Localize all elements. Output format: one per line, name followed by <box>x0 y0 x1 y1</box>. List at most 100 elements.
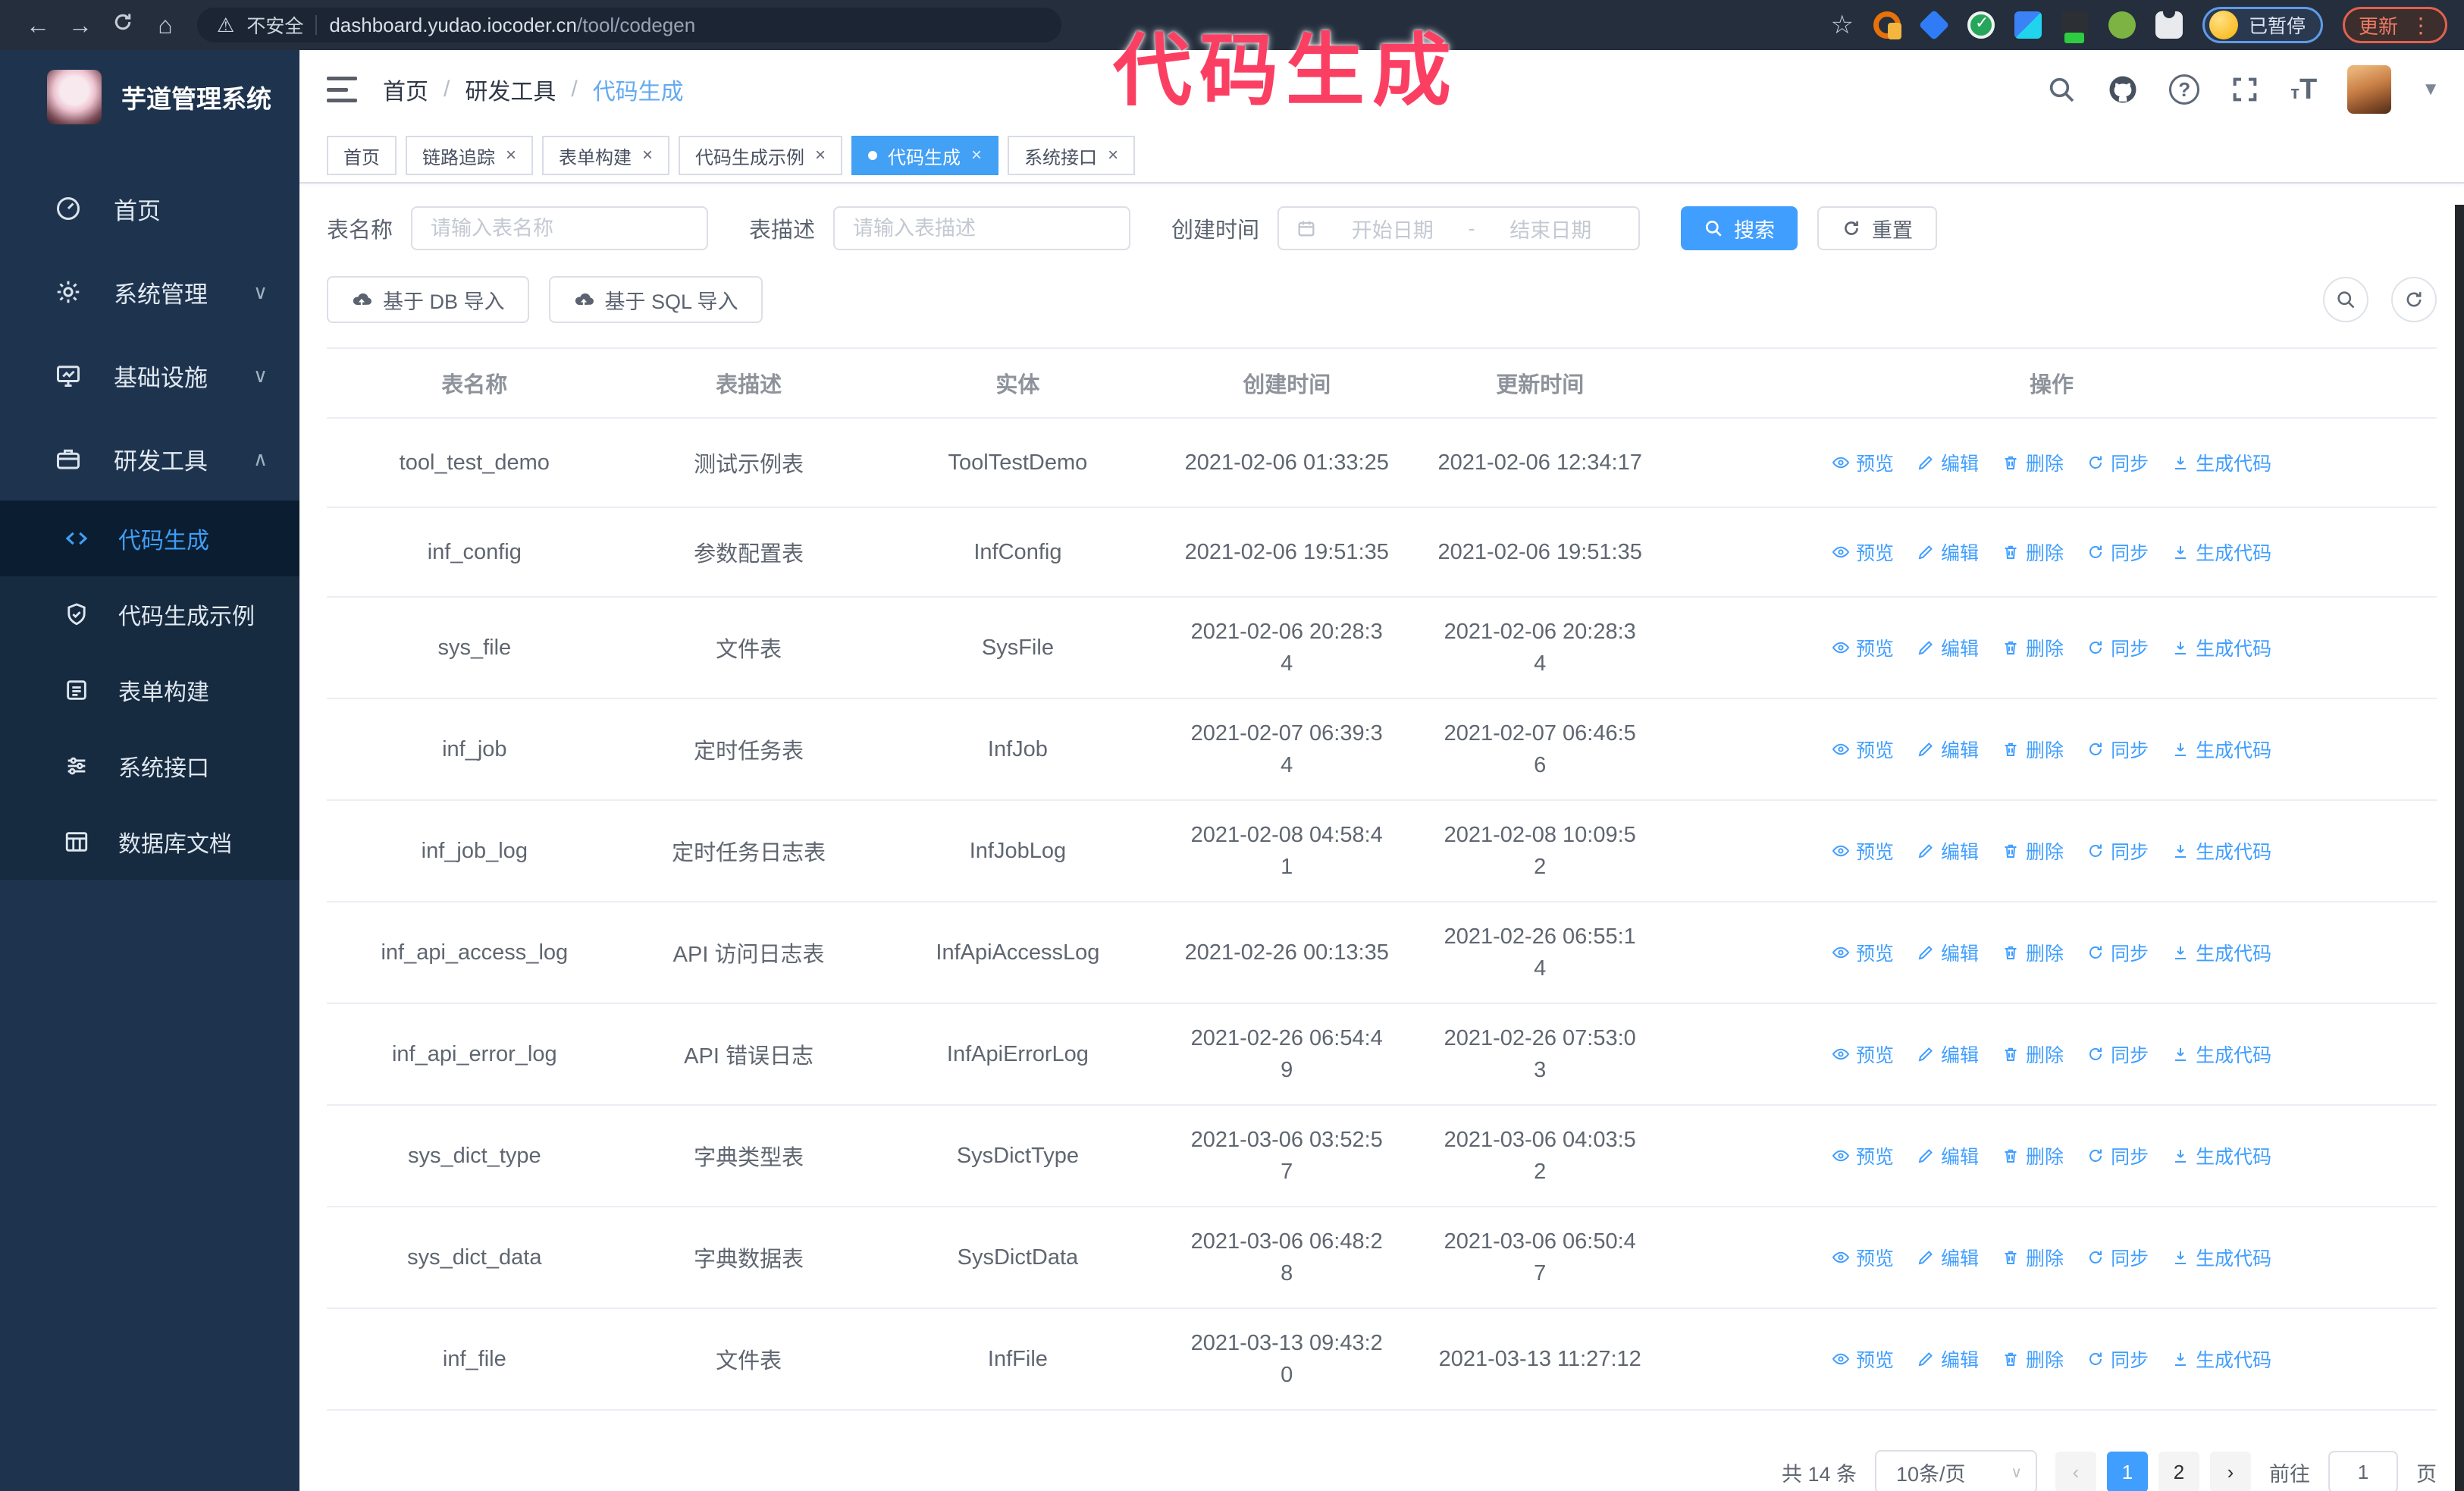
window-scrollbar[interactable] <box>2455 205 2464 1491</box>
bookmark-star-icon[interactable]: ☆ <box>1830 10 1853 40</box>
delete-link[interactable]: 删除 <box>2002 837 2064 865</box>
breadcrumb-home[interactable]: 首页 <box>383 73 428 106</box>
forward-icon[interactable]: → <box>59 11 102 39</box>
github-icon[interactable] <box>2107 74 2139 105</box>
tab-codegen[interactable]: 代码生成 × <box>851 136 999 175</box>
toggle-search-button[interactable] <box>2323 277 2368 322</box>
search-icon[interactable] <box>2046 74 2077 105</box>
generate-code-link[interactable]: 生成代码 <box>2171 1041 2271 1068</box>
preview-link[interactable]: 预览 <box>1832 634 1894 661</box>
update-button[interactable]: 更新 ⋮ <box>2342 7 2447 43</box>
preview-link[interactable]: 预览 <box>1832 1041 1894 1068</box>
home-icon[interactable]: ⌂ <box>144 11 187 39</box>
preview-link[interactable]: 预览 <box>1832 449 1894 476</box>
sidebar-item-home[interactable]: 首页 <box>0 167 299 250</box>
extension-icon[interactable] <box>2014 11 2042 39</box>
tab-close-icon[interactable]: × <box>971 145 982 166</box>
goto-page-input[interactable] <box>2328 1451 2398 1491</box>
profile-chip[interactable]: 已暂停 <box>2202 7 2323 43</box>
sidebar-item-form-builder[interactable]: 表单构建 <box>0 652 299 728</box>
sync-link[interactable]: 同步 <box>2086 1345 2149 1373</box>
page-button-2[interactable]: 2 <box>2158 1452 2199 1491</box>
preview-link[interactable]: 预览 <box>1832 1345 1894 1373</box>
reset-button[interactable]: 重置 <box>1817 206 1938 250</box>
address-bar[interactable]: ⚠ 不安全 dashboard.yudao.iocoder.cn/tool/co… <box>197 8 1061 42</box>
extension-icon[interactable] <box>1873 11 1901 39</box>
extension-icon[interactable] <box>2061 11 2089 43</box>
preview-link[interactable]: 预览 <box>1832 1244 1894 1271</box>
refresh-table-button[interactable] <box>2391 277 2437 322</box>
generate-code-link[interactable]: 生成代码 <box>2171 939 2271 966</box>
sync-link[interactable]: 同步 <box>2086 449 2149 476</box>
edit-link[interactable]: 编辑 <box>1917 736 1979 763</box>
delete-link[interactable]: 删除 <box>2002 538 2064 566</box>
preview-link[interactable]: 预览 <box>1832 837 1894 865</box>
delete-link[interactable]: 删除 <box>2002 1345 2064 1373</box>
tab-tracing[interactable]: 链路追踪 × <box>406 136 534 175</box>
back-icon[interactable]: ← <box>17 11 59 39</box>
kebab-menu-icon[interactable]: ⋮ <box>2410 13 2431 38</box>
extension-icon[interactable] <box>2108 11 2136 39</box>
delete-link[interactable]: 删除 <box>2002 736 2064 763</box>
table-desc-input[interactable] <box>833 206 1131 250</box>
extension-icon[interactable] <box>1967 11 1995 39</box>
generate-code-link[interactable]: 生成代码 <box>2171 736 2271 763</box>
sidebar-item-db-doc[interactable]: 数据库文档 <box>0 804 299 880</box>
delete-link[interactable]: 删除 <box>2002 1142 2064 1169</box>
delete-link[interactable]: 删除 <box>2002 1041 2064 1068</box>
tab-close-icon[interactable]: × <box>642 145 653 166</box>
import-db-button[interactable]: 基于 DB 导入 <box>327 276 529 323</box>
edit-link[interactable]: 编辑 <box>1917 837 1979 865</box>
hamburger-icon[interactable] <box>327 77 357 102</box>
generate-code-link[interactable]: 生成代码 <box>2171 1244 2271 1271</box>
preview-link[interactable]: 预览 <box>1832 736 1894 763</box>
sync-link[interactable]: 同步 <box>2086 1142 2149 1169</box>
edit-link[interactable]: 编辑 <box>1917 449 1979 476</box>
tab-codegen-example[interactable]: 代码生成示例 × <box>679 136 843 175</box>
sync-link[interactable]: 同步 <box>2086 939 2149 966</box>
sync-link[interactable]: 同步 <box>2086 1041 2149 1068</box>
fullscreen-icon[interactable] <box>2230 74 2260 105</box>
page-button-1[interactable]: 1 <box>2107 1452 2148 1491</box>
sidebar-item-devtools[interactable]: 研发工具 ∧ <box>0 417 299 501</box>
generate-code-link[interactable]: 生成代码 <box>2171 538 2271 566</box>
puzzle-icon[interactable] <box>2155 6 2183 39</box>
tab-close-icon[interactable]: × <box>815 145 826 166</box>
sync-link[interactable]: 同步 <box>2086 538 2149 566</box>
reload-icon[interactable] <box>102 11 144 39</box>
next-page-button[interactable]: › <box>2210 1452 2251 1491</box>
date-range-picker[interactable]: 开始日期 - 结束日期 <box>1277 206 1641 250</box>
sidebar-item-codegen[interactable]: 代码生成 <box>0 501 299 576</box>
generate-code-link[interactable]: 生成代码 <box>2171 634 2271 661</box>
delete-link[interactable]: 删除 <box>2002 449 2064 476</box>
edit-link[interactable]: 编辑 <box>1917 1345 1979 1373</box>
font-size-icon[interactable]: тT <box>2290 74 2317 106</box>
preview-link[interactable]: 预览 <box>1832 538 1894 566</box>
tab-close-icon[interactable]: × <box>506 145 516 166</box>
generate-code-link[interactable]: 生成代码 <box>2171 1142 2271 1169</box>
sync-link[interactable]: 同步 <box>2086 1244 2149 1271</box>
sync-link[interactable]: 同步 <box>2086 736 2149 763</box>
tab-home[interactable]: 首页 <box>327 136 397 175</box>
generate-code-link[interactable]: 生成代码 <box>2171 837 2271 865</box>
edit-link[interactable]: 编辑 <box>1917 1244 1979 1271</box>
breadcrumb-devtools[interactable]: 研发工具 <box>465 73 556 106</box>
sidebar-item-system-api[interactable]: 系统接口 <box>0 728 299 804</box>
edit-link[interactable]: 编辑 <box>1917 538 1979 566</box>
delete-link[interactable]: 删除 <box>2002 634 2064 661</box>
preview-link[interactable]: 预览 <box>1832 1142 1894 1169</box>
edit-link[interactable]: 编辑 <box>1917 939 1979 966</box>
sync-link[interactable]: 同步 <box>2086 634 2149 661</box>
extension-icon[interactable] <box>1918 9 1950 41</box>
generate-code-link[interactable]: 生成代码 <box>2171 449 2271 476</box>
edit-link[interactable]: 编辑 <box>1917 1041 1979 1068</box>
sidebar-item-infra[interactable]: 基础设施 ∨ <box>0 334 299 417</box>
tab-close-icon[interactable]: × <box>1108 145 1118 166</box>
sidebar-item-codegen-example[interactable]: 代码生成示例 <box>0 576 299 652</box>
sidebar-item-system[interactable]: 系统管理 ∨ <box>0 250 299 334</box>
delete-link[interactable]: 删除 <box>2002 1244 2064 1271</box>
edit-link[interactable]: 编辑 <box>1917 634 1979 661</box>
table-name-input[interactable] <box>411 206 709 250</box>
user-avatar[interactable] <box>2347 65 2392 114</box>
generate-code-link[interactable]: 生成代码 <box>2171 1345 2271 1373</box>
